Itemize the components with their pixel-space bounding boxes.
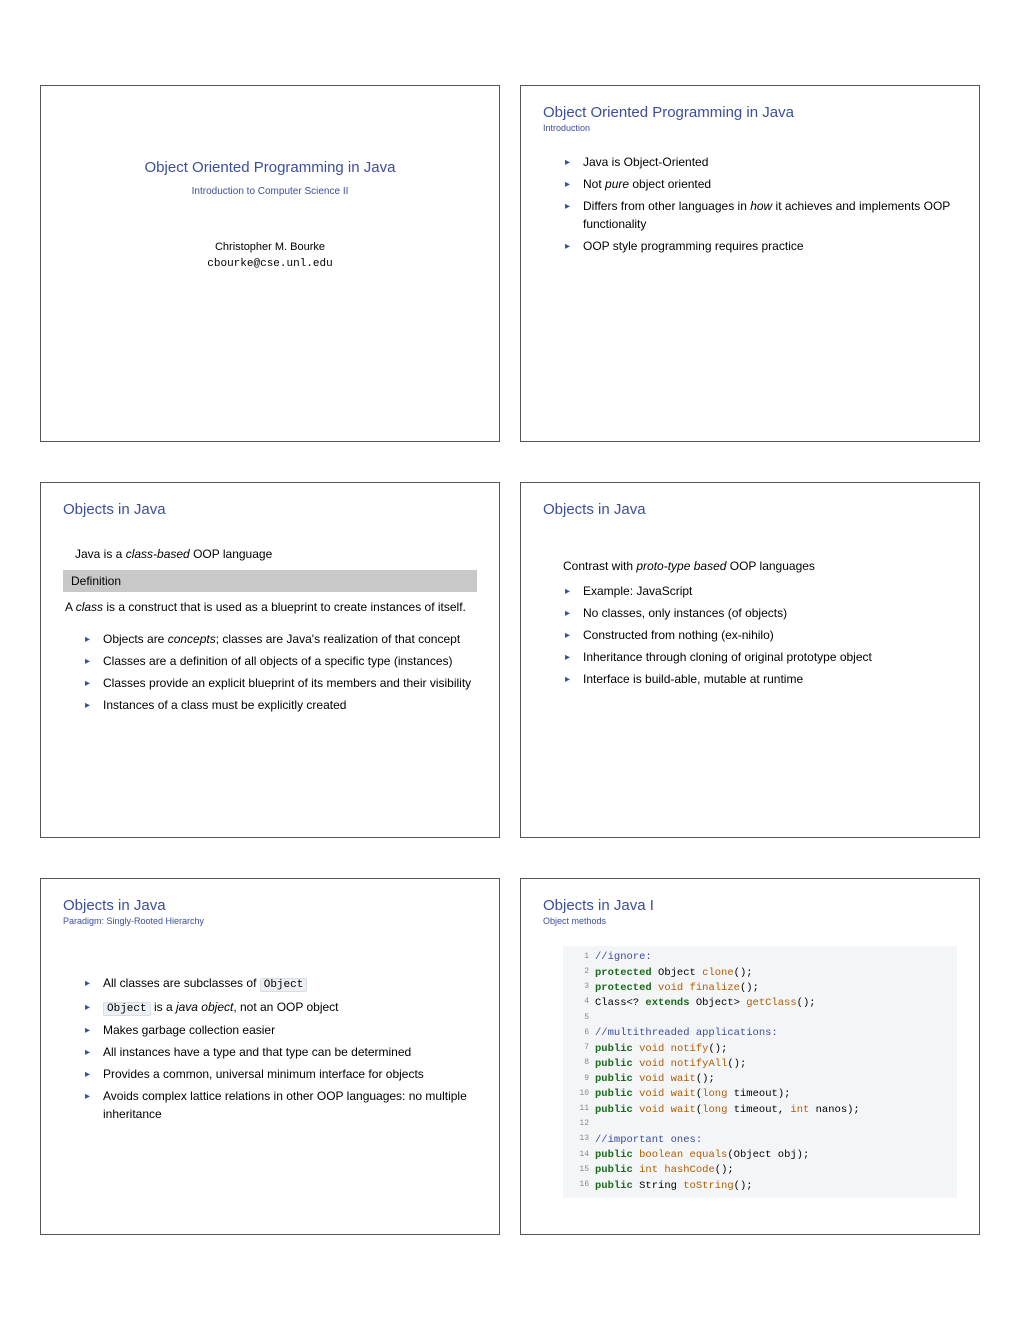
code-line: 16public String toString();: [569, 1179, 951, 1194]
list-item: Avoids complex lattice relations in othe…: [85, 1087, 477, 1123]
code-line: 13//important ones:: [569, 1133, 951, 1148]
list-item: Object is a java object, not an OOP obje…: [85, 998, 477, 1018]
intro-text: Java is a class-based OOP language: [75, 546, 477, 563]
code-block: 1//ignore:2protected Object clone();3pro…: [563, 946, 957, 1198]
author-block: Christopher M. Bourke cbourke@cse.unl.ed…: [63, 239, 477, 272]
slide-title: Objects in Java: [63, 897, 477, 914]
code-line: 12: [569, 1118, 951, 1133]
code-line: 4Class<? extends Object> getClass();: [569, 996, 951, 1011]
author-email: cbourke@cse.unl.edu: [63, 256, 477, 273]
slide-2: Object Oriented Programming in Java Intr…: [520, 85, 980, 442]
bullet-list: Java is Object-Oriented Not pure object …: [565, 153, 957, 255]
definition-body: A class is a construct that is used as a…: [63, 592, 477, 624]
code-line: 10public void wait(long timeout);: [569, 1087, 951, 1102]
slide-subtitle: Introduction: [543, 123, 957, 133]
code-line: 2protected Object clone();: [569, 966, 951, 981]
code-line: 6//multithreaded applications:: [569, 1026, 951, 1041]
list-item: All instances have a type and that type …: [85, 1043, 477, 1061]
list-item: Example: JavaScript: [565, 582, 957, 600]
code-line: 11public void wait(long timeout, int nan…: [569, 1103, 951, 1118]
code-line: 14public boolean equals(Object obj);: [569, 1148, 951, 1163]
slide-5: Objects in Java Paradigm: Singly-Rooted …: [40, 878, 500, 1235]
list-item: OOP style programming requires practice: [565, 237, 957, 255]
slide-6: Objects in Java I Object methods 1//igno…: [520, 878, 980, 1235]
bullet-list: All classes are subclasses of Object Obj…: [85, 974, 477, 1123]
intro-text: Contrast with proto-type based OOP langu…: [563, 558, 957, 575]
list-item: Makes garbage collection easier: [85, 1021, 477, 1039]
slide-title: Objects in Java: [543, 501, 957, 518]
list-item: Objects are concepts; classes are Java's…: [85, 630, 477, 648]
slide-title: Objects in Java: [63, 501, 477, 518]
slide-subtitle: Paradigm: Singly-Rooted Hierarchy: [63, 916, 477, 926]
handout-page: Object Oriented Programming in Java Intr…: [0, 0, 1020, 1320]
slide-title: Object Oriented Programming in Java: [543, 104, 957, 121]
slide-4: Objects in Java Contrast with proto-type…: [520, 482, 980, 839]
code-line: 9public void wait();: [569, 1072, 951, 1087]
bullet-list: Objects are concepts; classes are Java's…: [85, 630, 477, 714]
slide-1: Object Oriented Programming in Java Intr…: [40, 85, 500, 442]
slide-subtitle: Object methods: [543, 916, 957, 926]
list-item: Not pure object oriented: [565, 175, 957, 193]
slide-title: Object Oriented Programming in Java: [63, 159, 477, 176]
list-item: No classes, only instances (of objects): [565, 604, 957, 622]
list-item: Java is Object-Oriented: [565, 153, 957, 171]
list-item: Provides a common, universal minimum int…: [85, 1065, 477, 1083]
code-line: 3protected void finalize();: [569, 981, 951, 996]
definition-header: Definition: [63, 570, 477, 592]
code-line: 15public int hashCode();: [569, 1163, 951, 1178]
slide-title: Objects in Java I: [543, 897, 957, 914]
list-item: All classes are subclasses of Object: [85, 974, 477, 994]
list-item: Inheritance through cloning of original …: [565, 648, 957, 666]
slide-subtitle: Introduction to Computer Science II: [63, 186, 477, 197]
code-line: 1//ignore:: [569, 950, 951, 965]
list-item: Constructed from nothing (ex-nihilo): [565, 626, 957, 644]
author-name: Christopher M. Bourke: [63, 239, 477, 256]
list-item: Differs from other languages in how it a…: [565, 197, 957, 233]
code-line: 7public void notify();: [569, 1042, 951, 1057]
list-item: Classes provide an explicit blueprint of…: [85, 674, 477, 692]
bullet-list: Example: JavaScript No classes, only ins…: [565, 582, 957, 688]
code-line: 5: [569, 1011, 951, 1026]
code-line: 8public void notifyAll();: [569, 1057, 951, 1072]
list-item: Instances of a class must be explicitly …: [85, 696, 477, 714]
list-item: Classes are a definition of all objects …: [85, 652, 477, 670]
list-item: Interface is build-able, mutable at runt…: [565, 670, 957, 688]
slide-3: Objects in Java Java is a class-based OO…: [40, 482, 500, 839]
